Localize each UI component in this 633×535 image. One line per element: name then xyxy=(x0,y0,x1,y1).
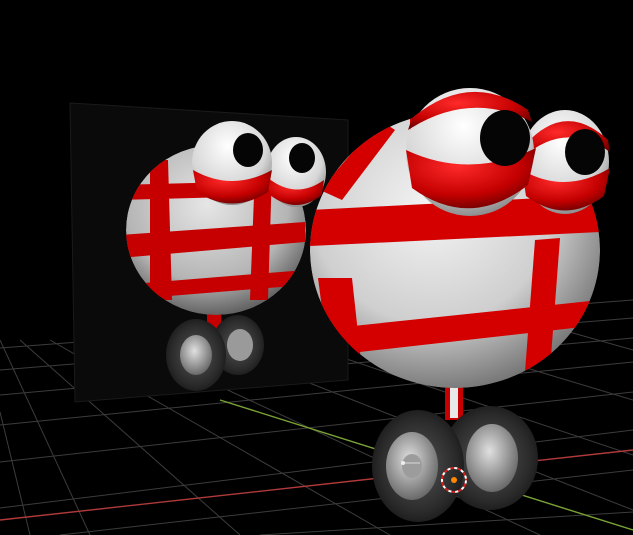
axis-lines xyxy=(0,399,633,531)
mirror-panel[interactable] xyxy=(69,102,349,403)
robot-eyes xyxy=(406,88,610,216)
x-axis-line xyxy=(0,449,633,521)
robot-wheels xyxy=(372,406,538,522)
left-pupil xyxy=(480,110,530,166)
viewport-canvas[interactable] xyxy=(0,0,633,535)
right-pupil xyxy=(565,129,605,175)
viewport-3d[interactable] xyxy=(0,0,633,535)
